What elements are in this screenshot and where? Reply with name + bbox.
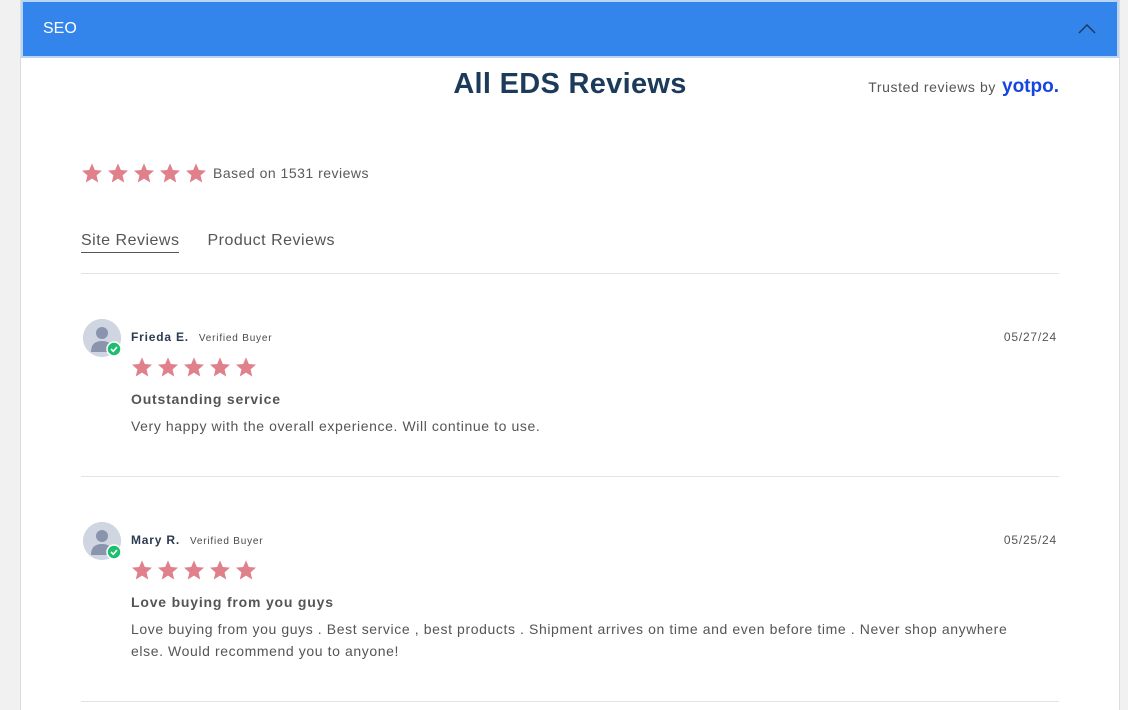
- star-icon: [184, 357, 204, 377]
- reviews-panel: SEO All EDS Reviews Trusted reviews by y…: [20, 0, 1120, 710]
- review-count-text: Based on 1531 reviews: [213, 165, 370, 181]
- star-icon: [186, 163, 206, 183]
- review-header: Mary R. Verified Buyer: [131, 533, 263, 547]
- summary-stars: [81, 162, 207, 184]
- review-title: Outstanding service: [131, 391, 281, 407]
- star-icon: [236, 357, 256, 377]
- review-title: Love buying from you guys: [131, 594, 334, 610]
- review-header: Frieda E. Verified Buyer: [131, 330, 272, 344]
- verified-badge: Verified Buyer: [189, 536, 264, 547]
- star-icon: [210, 357, 230, 377]
- trusted-prefix: Trusted reviews by: [868, 79, 996, 95]
- user-icon: [83, 319, 122, 357]
- review-tabs: Site Reviews Product Reviews: [81, 232, 335, 253]
- divider: [81, 476, 1059, 477]
- rating-summary: Based on 1531 reviews: [81, 162, 369, 184]
- tab-product-reviews[interactable]: Product Reviews: [207, 232, 335, 253]
- user-icon: [83, 522, 122, 560]
- seo-label: SEO: [43, 20, 77, 37]
- star-icon: [210, 560, 230, 580]
- star-icon: [158, 560, 178, 580]
- avatar: [83, 319, 122, 357]
- review-date: 05/27/24: [1003, 330, 1057, 344]
- divider: [81, 273, 1059, 274]
- chevron-up-icon[interactable]: [1077, 19, 1097, 39]
- trusted-by: Trusted reviews by yotpo.: [868, 76, 1059, 98]
- star-icon: [184, 560, 204, 580]
- divider: [81, 701, 1059, 702]
- reviewer-name: Mary R.: [131, 533, 180, 547]
- yotpo-logo[interactable]: yotpo.: [1002, 76, 1059, 98]
- seo-accordion-header[interactable]: SEO: [21, 0, 1119, 58]
- review-stars: [131, 559, 257, 581]
- tab-site-reviews[interactable]: Site Reviews: [81, 232, 180, 253]
- star-icon: [236, 560, 256, 580]
- star-icon: [132, 560, 152, 580]
- verified-badge: Verified Buyer: [198, 333, 273, 344]
- star-icon: [82, 163, 102, 183]
- review-date: 05/25/24: [1003, 533, 1057, 547]
- review-body: Very happy with the overall experience. …: [131, 418, 541, 434]
- star-icon: [132, 357, 152, 377]
- review-body: Love buying from you guys . Best service…: [131, 621, 1008, 659]
- reviewer-name: Frieda E.: [131, 330, 189, 344]
- avatar: [83, 522, 122, 560]
- review-item: Frieda E. Verified Buyer 05/27/24 Outsta…: [81, 319, 1059, 459]
- star-icon: [134, 163, 154, 183]
- star-icon: [108, 163, 128, 183]
- review-stars: [131, 356, 257, 378]
- star-icon: [160, 163, 180, 183]
- star-icon: [158, 357, 178, 377]
- review-item: Mary R. Verified Buyer 05/25/24 Love buy…: [81, 522, 1059, 682]
